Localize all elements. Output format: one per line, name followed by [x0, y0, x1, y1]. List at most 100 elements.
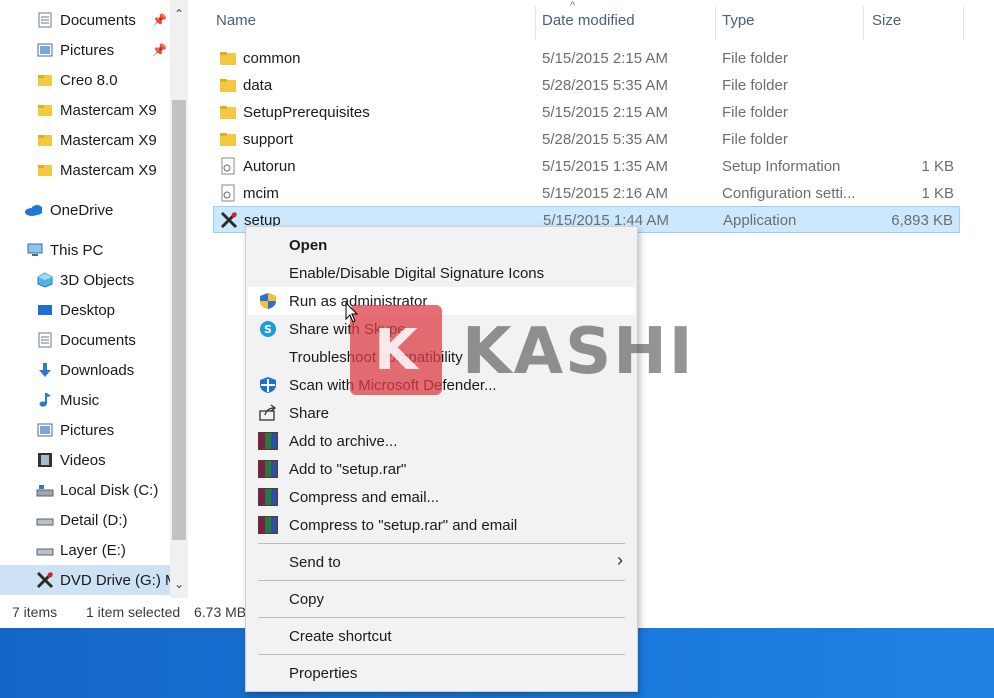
nav-item-label: Mastercam X9: [60, 101, 157, 119]
nav-item-label: Mastercam X9: [60, 161, 157, 179]
3d-objects-icon: [36, 271, 54, 289]
pin-icon: 📌: [152, 13, 167, 27]
nav-item-label: Mastercam X9: [60, 131, 157, 149]
column-divider[interactable]: [715, 6, 716, 40]
nav-item-label: This PC: [50, 241, 104, 259]
config-file-icon: [219, 184, 237, 202]
nav-item-3d-objects[interactable]: 3D Objects: [0, 265, 170, 295]
documents-icon: [36, 11, 54, 29]
nav-item-label: Pictures: [60, 41, 115, 59]
file-type: Application: [723, 212, 797, 229]
drive-icon: [36, 511, 54, 529]
menu-separator: [258, 617, 625, 618]
nav-item-label: 3D Objects: [60, 271, 135, 289]
drive-icon: [36, 541, 54, 559]
winrar-icon: [258, 516, 278, 534]
menu-item-compress-email[interactable]: Compress and email...: [248, 483, 635, 511]
column-header-bar: ^ Name Date modified Type Size: [205, 0, 965, 42]
navigation-pane: Documents 📌 Pictures 📌 Creo 8.0 Masterca…: [0, 0, 170, 598]
nav-item-documents[interactable]: Documents: [0, 325, 170, 355]
nav-item-downloads[interactable]: Downloads: [0, 355, 170, 385]
share-icon: [258, 404, 278, 422]
nav-item-detail-d[interactable]: Detail (D:): [0, 505, 170, 535]
file-row-support[interactable]: support 5/28/2015 5:35 AM File folder: [213, 126, 960, 153]
nav-scrollbar[interactable]: ⌃ ⌄: [170, 0, 188, 598]
file-name: common: [243, 50, 301, 67]
file-row-mcim[interactable]: mcim 5/15/2015 2:16 AM Configuration set…: [213, 180, 960, 207]
nav-item-label: Music: [60, 391, 100, 409]
menu-item-label: Compress to "setup.rar" and email: [289, 517, 518, 534]
file-date: 5/15/2015 2:15 AM: [542, 50, 668, 67]
column-header-name[interactable]: Name: [216, 12, 256, 29]
scroll-up-icon[interactable]: ⌃: [173, 8, 185, 20]
scrollbar-thumb[interactable]: [172, 100, 186, 540]
folder-icon: [219, 76, 237, 94]
menu-item-add-to-archive[interactable]: Add to archive...: [248, 427, 635, 455]
menu-item-label: Properties: [289, 665, 358, 682]
column-header-type[interactable]: Type: [722, 12, 755, 29]
menu-item-send-to[interactable]: Send to ›: [248, 548, 635, 576]
nav-item-label: Downloads: [60, 361, 135, 379]
menu-item-properties[interactable]: Properties: [248, 659, 635, 687]
column-divider[interactable]: [863, 6, 864, 40]
file-row-autorun[interactable]: Autorun 5/15/2015 1:35 AM Setup Informat…: [213, 153, 960, 180]
nav-item-mastercam-1[interactable]: Mastercam X9: [0, 95, 170, 125]
file-row-setupprerequisites[interactable]: SetupPrerequisites 5/15/2015 2:15 AM Fil…: [213, 99, 960, 126]
nav-item-label: Pictures: [60, 421, 115, 439]
documents-icon: [36, 331, 54, 349]
menu-item-share[interactable]: Share: [248, 399, 635, 427]
nav-item-local-disk-c[interactable]: Local Disk (C:): [0, 475, 170, 505]
menu-item-copy[interactable]: Copy: [248, 585, 635, 613]
nav-item-videos[interactable]: Videos: [0, 445, 170, 475]
column-divider[interactable]: [963, 6, 964, 40]
menu-item-compress-setup-rar-email[interactable]: Compress to "setup.rar" and email: [248, 511, 635, 539]
menu-separator: [258, 580, 625, 581]
skype-icon: S: [258, 320, 278, 338]
pictures-icon: [36, 41, 54, 59]
nav-item-music[interactable]: Music: [0, 385, 170, 415]
column-divider[interactable]: [535, 6, 536, 40]
file-date: 5/28/2015 5:35 AM: [542, 77, 668, 94]
nav-item-creo[interactable]: Creo 8.0: [0, 65, 170, 95]
folder-icon: [36, 161, 54, 179]
nav-item-label: Detail (D:): [60, 511, 128, 529]
nav-item-mastercam-3[interactable]: Mastercam X9: [0, 155, 170, 185]
file-row-common[interactable]: common 5/15/2015 2:15 AM File folder: [213, 45, 960, 72]
file-type: File folder: [722, 77, 788, 94]
file-row-data[interactable]: data 5/28/2015 5:35 AM File folder: [213, 72, 960, 99]
menu-item-label: Copy: [289, 591, 325, 608]
nav-item-pictures-quick[interactable]: Pictures 📌: [0, 35, 170, 65]
file-name: support: [243, 131, 294, 148]
nav-item-onedrive[interactable]: OneDrive: [0, 195, 170, 225]
nav-item-label: Videos: [60, 451, 106, 469]
column-header-date[interactable]: Date modified: [542, 12, 635, 29]
menu-item-open[interactable]: Open: [248, 231, 635, 259]
menu-item-label: Enable/Disable Digital Signature Icons: [289, 265, 545, 282]
nav-item-this-pc[interactable]: This PC: [0, 235, 170, 265]
uac-shield-icon: [258, 292, 278, 310]
file-type: Configuration setti...: [722, 185, 856, 202]
onedrive-cloud-icon: [24, 201, 42, 219]
nav-item-pictures[interactable]: Pictures: [0, 415, 170, 445]
nav-item-dvd-drive-g[interactable]: DVD Drive (G:) M: [0, 565, 170, 595]
folder-icon: [36, 131, 54, 149]
folder-icon: [219, 49, 237, 67]
nav-item-desktop[interactable]: Desktop: [0, 295, 170, 325]
status-item-count: 7 items: [12, 604, 58, 620]
menu-item-label: Send to: [289, 554, 341, 571]
menu-item-create-shortcut[interactable]: Create shortcut: [248, 622, 635, 650]
nav-item-label: Local Disk (C:): [60, 481, 159, 499]
menu-separator: [258, 543, 625, 544]
column-header-size[interactable]: Size: [872, 12, 901, 29]
scroll-down-icon[interactable]: ⌄: [173, 578, 185, 590]
sort-ascending-icon: ^: [570, 0, 576, 12]
file-date: 5/15/2015 2:16 AM: [542, 185, 668, 202]
nav-item-layer-e[interactable]: Layer (E:): [0, 535, 170, 565]
watermark-letter: K: [374, 317, 418, 383]
nav-item-mastercam-2[interactable]: Mastercam X9: [0, 125, 170, 155]
nav-item-documents-quick[interactable]: Documents 📌: [0, 5, 170, 35]
file-date: 5/15/2015 1:35 AM: [542, 158, 668, 175]
file-size: 6,893 KB: [891, 212, 953, 229]
menu-item-add-to-setup-rar[interactable]: Add to "setup.rar": [248, 455, 635, 483]
menu-item-digital-signature[interactable]: Enable/Disable Digital Signature Icons: [248, 259, 635, 287]
